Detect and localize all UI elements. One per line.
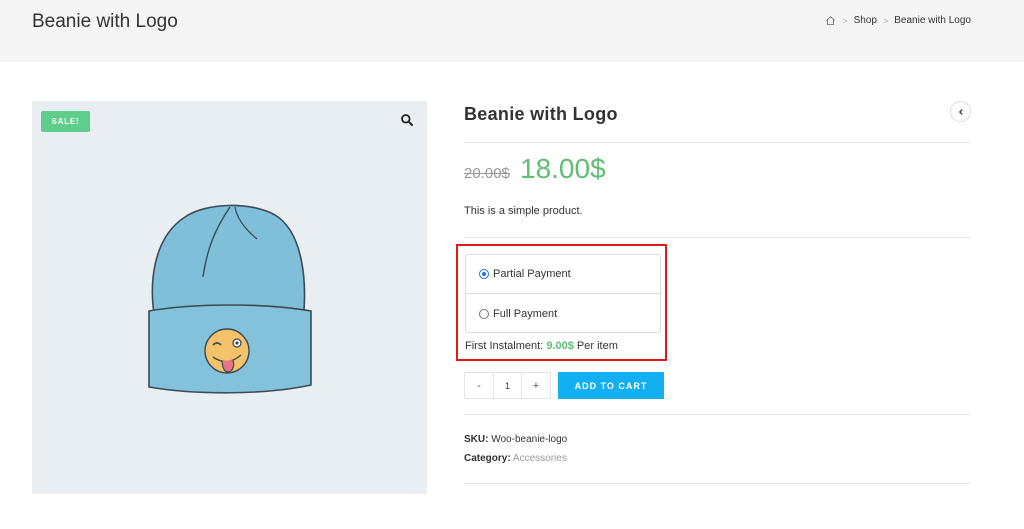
partial-payment-option[interactable]: Partial Payment [466,255,662,294]
chevron-left-icon[interactable] [950,101,971,122]
quantity-plus-button[interactable]: + [522,373,550,398]
breadcrumb-current: Beanie with Logo [894,15,971,26]
full-payment-option[interactable]: Full Payment [466,294,662,333]
divider [464,142,971,143]
divider [464,483,971,484]
partial-payment-label: Partial Payment [493,268,571,280]
breadcrumb-separator: > [842,15,848,26]
quantity-minus-button[interactable]: - [465,373,493,398]
sku-value: Woo-beanie-logo [491,434,568,445]
page-title: Beanie with Logo [32,11,178,32]
breadcrumb-separator: > [883,15,889,26]
product-gallery[interactable]: SALE! [32,101,427,494]
home-icon[interactable] [825,15,836,26]
full-payment-label: Full Payment [493,307,558,320]
instalment-prefix: First Instalment: [465,340,544,352]
search-icon[interactable] [400,113,414,127]
category-link[interactable]: Accessories [513,453,567,464]
short-description: This is a simple product. [464,205,583,217]
partial-payment-radio[interactable] [479,269,489,279]
sale-price: 18.00$ [520,153,606,184]
add-to-cart-button[interactable]: ADD TO CART [558,372,664,399]
category-label: Category: [464,453,511,464]
breadcrumb: > Shop > Beanie with Logo [825,15,971,26]
sku-label: SKU: [464,434,489,445]
sku-row: SKU: Woo-beanie-logo [464,434,567,445]
beanie-image [148,204,312,394]
regular-price: 20.00$ [464,165,510,182]
instalment-suffix: Per item [576,340,618,352]
first-instalment-text: First Instalment: 9.00$ Per item [465,340,618,352]
payment-options-highlight: Partial Payment Full Payment First Insta… [456,244,667,361]
divider [464,414,971,415]
page-header: Beanie with Logo > Shop > Beanie with Lo… [0,0,1024,62]
payment-options: Partial Payment Full Payment [465,254,662,333]
product-title: Beanie with Logo [464,104,618,124]
divider [464,237,971,238]
quantity-stepper: - 1 + [464,372,551,399]
quantity-input[interactable]: 1 [493,373,522,398]
category-row: Category: Accessories [464,453,567,464]
full-payment-radio[interactable] [479,308,489,319]
breadcrumb-shop-link[interactable]: Shop [854,15,877,26]
sale-badge: SALE! [41,111,90,132]
instalment-amount: 9.00$ [546,340,574,352]
